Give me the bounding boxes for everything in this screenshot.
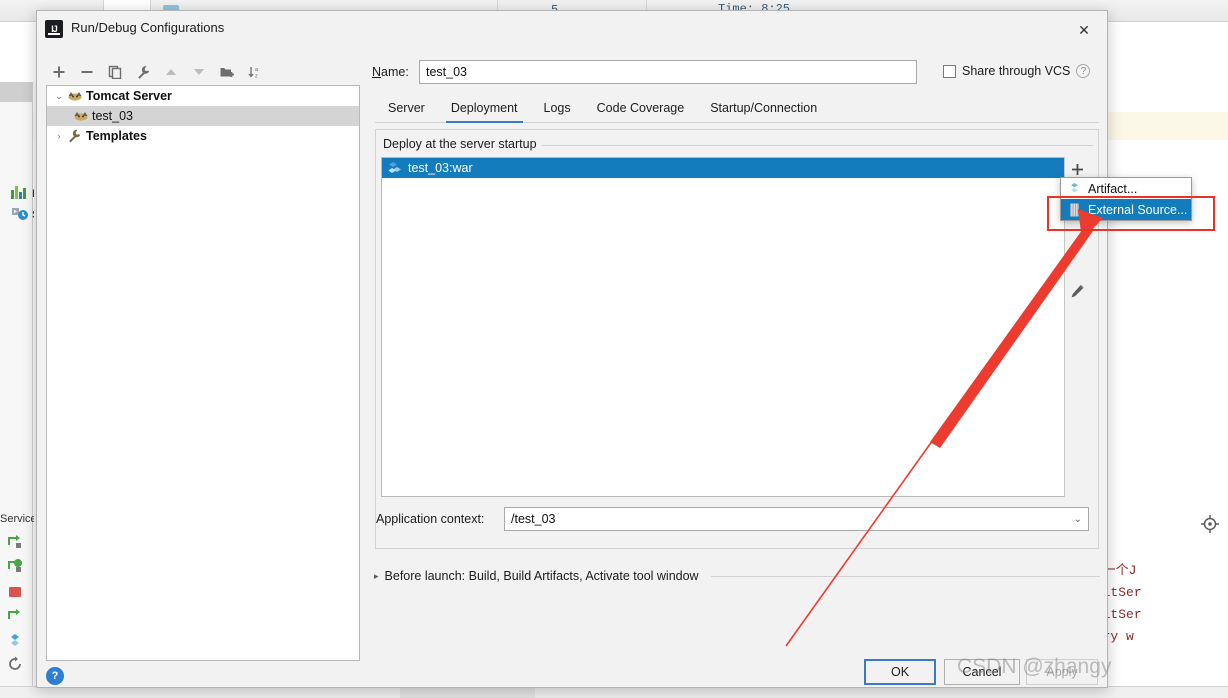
tree-item-test-03[interactable]: test_03 [47, 106, 359, 126]
application-context-label: Application context: [376, 512, 485, 526]
chevron-right-icon[interactable]: › [51, 131, 67, 141]
list-item[interactable]: test_03:war [382, 158, 1065, 178]
name-label: Name: [372, 65, 409, 79]
chevron-right-icon[interactable]: ▸ [374, 571, 379, 582]
artifact-icon [1068, 182, 1081, 196]
artifact-icon [388, 161, 402, 175]
tree-item-tomcat-server[interactable]: ⌄ Tomcat Server [47, 86, 359, 106]
rerun-icon[interactable] [7, 534, 24, 550]
debug-icon[interactable] [7, 558, 24, 574]
application-context-value: /test_03 [511, 512, 556, 526]
tab-deployment[interactable]: Deployment [438, 98, 531, 123]
intellij-idea-icon: IJ [45, 20, 63, 38]
share-vcs-checkbox[interactable] [943, 64, 956, 78]
wrench-icon[interactable] [131, 60, 155, 84]
dialog-titlebar: IJ Run/Debug Configurations ✕ [37, 11, 1107, 47]
group-separator [535, 145, 1093, 146]
ok-button[interactable]: OK [864, 659, 936, 685]
ide-left-header [0, 82, 33, 102]
menu-item-label: Artifact... [1088, 181, 1138, 196]
services-toolwindow-tab[interactable]: Service [0, 513, 37, 525]
run-clock-icon [11, 206, 29, 221]
screenshot-root: 5 Time: 8:25 › E S Service [0, 0, 1228, 698]
wrench-icon [67, 129, 82, 143]
separator [710, 575, 1100, 577]
share-vcs-label: Share through VCS [962, 64, 1071, 78]
folder-plus-icon[interactable] [215, 60, 239, 84]
tomcat-icon [73, 109, 89, 123]
add-button[interactable] [47, 60, 71, 84]
chevron-down-icon[interactable]: ⌄ [1074, 514, 1082, 525]
tree-item-label: test_03 [92, 109, 134, 123]
pencil-icon[interactable] [1065, 279, 1090, 303]
tree-item-label: Tomcat Server [86, 89, 172, 103]
svg-text:a: a [255, 67, 259, 73]
tab-logs[interactable]: Logs [531, 98, 584, 122]
move-up-button[interactable] [159, 60, 183, 84]
deployment-list[interactable]: test_03:war [381, 157, 1089, 497]
before-launch-row[interactable]: ▸ Before launch: Build, Build Artifacts,… [374, 569, 1100, 583]
configurations-tree[interactable]: ⌄ Tomcat Server test_03 › Templates [46, 85, 360, 661]
dialog-help-icon[interactable]: ? [46, 667, 64, 685]
ide-left-toolwindow [0, 82, 33, 698]
before-launch-label: Before launch: Build, Build Artifacts, A… [384, 569, 699, 583]
dialog-title: Run/Debug Configurations [71, 20, 225, 35]
tree-item-label: Templates [86, 129, 147, 143]
bar-chart-icon [11, 186, 29, 199]
stop-icon[interactable] [7, 584, 24, 600]
tomcat-icon [67, 89, 83, 103]
tab-server[interactable]: Server [375, 98, 438, 122]
share-through-vcs-row[interactable]: Share through VCS ? [943, 64, 1091, 78]
name-input[interactable] [419, 60, 917, 84]
configurations-toolbar: az [47, 59, 387, 85]
tab-startup-connection[interactable]: Startup/Connection [697, 98, 830, 122]
artifact-deploy-icon[interactable] [7, 632, 24, 648]
help-icon[interactable]: ? [1076, 64, 1091, 78]
copy-button[interactable] [103, 60, 127, 84]
tree-item-templates[interactable]: › Templates [47, 126, 359, 146]
remove-button[interactable] [75, 60, 99, 84]
refresh-icon[interactable] [7, 656, 24, 672]
tab-code-coverage[interactable]: Code Coverage [584, 98, 698, 122]
run-debug-configurations-dialog: IJ Run/Debug Configurations ✕ a z ⌄ Tomc… [36, 10, 1108, 688]
configuration-tabs: Server Deployment Logs Code Coverage Sta… [375, 95, 1099, 123]
deploy-group-title: Deploy at the server startup [381, 137, 542, 151]
sort-az-icon[interactable]: az [243, 60, 267, 84]
deployment-list-inner: test_03:war [382, 158, 1065, 496]
csdn-watermark: CSDN @zhangy [957, 655, 1112, 678]
list-item-label: test_03:war [408, 161, 473, 175]
annotation-highlight-rect [1047, 196, 1215, 231]
move-down-button[interactable] [187, 60, 211, 84]
restart-icon[interactable] [7, 608, 24, 624]
svg-text:z: z [255, 74, 258, 80]
chevron-down-icon[interactable]: ⌄ [51, 91, 67, 102]
application-context-combo[interactable]: /test_03 ⌄ [504, 507, 1089, 531]
close-icon[interactable]: ✕ [1067, 17, 1101, 43]
locate-icon[interactable] [1200, 514, 1220, 534]
